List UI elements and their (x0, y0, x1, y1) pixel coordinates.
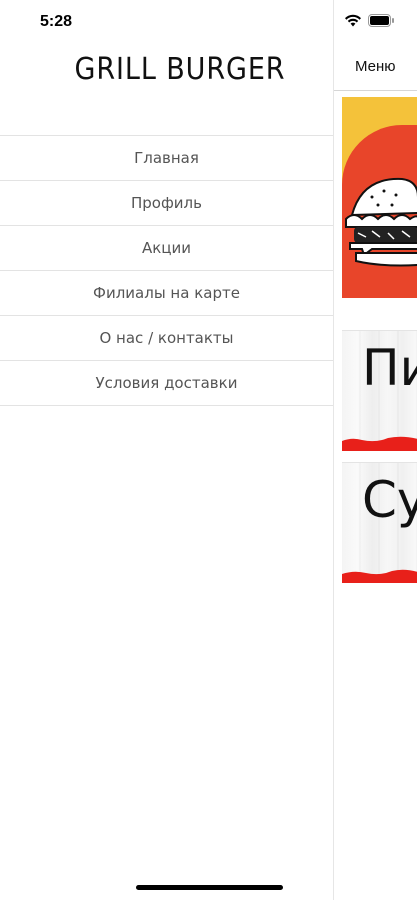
menu-item-branches-map[interactable]: Филиалы на карте (0, 271, 333, 316)
battery-icon (368, 14, 395, 27)
red-brush-stroke (342, 436, 417, 451)
side-drawer: GRILL BURGER Главная Профиль Акции Филиа… (0, 0, 333, 900)
category-card[interactable]: Су (342, 462, 417, 583)
status-icons (344, 14, 395, 27)
background-app[interactable]: Меню П С (333, 0, 417, 900)
menu-item-profile[interactable]: Профиль (0, 181, 333, 226)
status-bar: 5:28 (0, 0, 417, 44)
menu-item-home[interactable]: Главная (0, 136, 333, 181)
wifi-icon (344, 14, 362, 27)
menu-item-promotions[interactable]: Акции (0, 226, 333, 271)
screen: 5:28 Меню П С GRILL BURGER Главная Профи… (0, 0, 417, 900)
status-time: 5:28 (40, 13, 73, 30)
red-brush-stroke (342, 569, 417, 583)
brand-logo: GRILL BURGER (74, 52, 286, 87)
menu-item-about-contacts[interactable]: О нас / контакты (0, 316, 333, 361)
home-indicator[interactable] (136, 885, 283, 890)
menu-item-delivery-terms[interactable]: Условия доставки (0, 361, 333, 406)
category-label: Пи (362, 339, 417, 397)
category-card[interactable]: Пи (342, 330, 417, 451)
promo-banner[interactable] (342, 97, 417, 298)
nav-divider (334, 90, 417, 91)
category-label: Су (362, 471, 417, 529)
burger-illustration-icon (345, 177, 417, 267)
drawer-menu: Главная Профиль Акции Филиалы на карте О… (0, 135, 333, 406)
nav-title: Меню (355, 58, 396, 75)
